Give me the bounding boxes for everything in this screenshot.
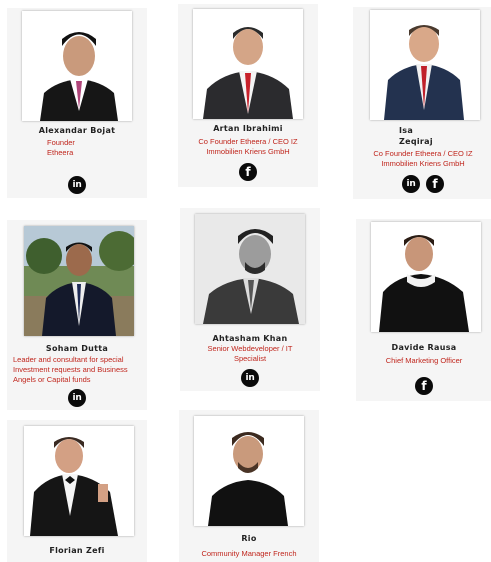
team-member-card: Soham Dutta Leader and consultant for sp…: [7, 220, 147, 410]
member-role: Senior Webdeveloper / IT Specialist: [207, 344, 293, 363]
member-role: Founder Etheera: [47, 138, 75, 157]
team-member-card: Florian Zefi: [7, 420, 147, 562]
linkedin-icon[interactable]: in: [402, 175, 420, 193]
social-links: in f: [353, 175, 491, 193]
member-name: Isa Zeqiraj: [399, 126, 433, 146]
member-role: Co Founder Etheera / CEO IZ Immobilien K…: [373, 149, 473, 168]
member-photo: [22, 11, 132, 121]
social-links: in: [7, 389, 147, 407]
linkedin-icon[interactable]: in: [68, 389, 86, 407]
member-name: Ahtasham Khan: [212, 334, 288, 343]
team-member-card: Rio Community Manager French: [179, 410, 319, 562]
member-photo: [371, 222, 481, 332]
member-name: Soham Dutta: [45, 344, 109, 353]
social-links: f: [356, 377, 491, 395]
facebook-icon[interactable]: f: [426, 175, 444, 193]
member-role: Chief Marketing Officer: [385, 356, 463, 365]
member-photo: [194, 416, 304, 526]
member-photo: [195, 214, 305, 324]
member-name: Davide Rausa: [391, 343, 457, 352]
member-photo: [193, 9, 303, 119]
social-links: f: [178, 163, 318, 181]
team-member-card: Isa Zeqiraj Co Founder Etheera / CEO IZ …: [353, 7, 491, 199]
member-name: Rio: [241, 534, 257, 543]
team-member-card: Alexandar Bojat Founder Etheera in: [7, 8, 147, 198]
facebook-icon[interactable]: f: [239, 163, 257, 181]
social-links: in: [7, 176, 147, 194]
member-photo: [24, 226, 134, 336]
team-member-card: Davide Rausa Chief Marketing Officer f: [356, 219, 491, 401]
member-name: Alexandar Bojat: [38, 126, 116, 135]
member-role: Community Manager French: [201, 549, 297, 558]
linkedin-icon[interactable]: in: [241, 369, 259, 387]
member-name: Artan Ibrahimi: [213, 124, 283, 133]
member-photo: [24, 426, 134, 536]
member-photo: [370, 10, 480, 120]
member-name: Florian Zefi: [49, 546, 105, 555]
facebook-icon[interactable]: f: [415, 377, 433, 395]
team-member-card: Artan Ibrahimi Co Founder Etheera / CEO …: [178, 4, 318, 187]
member-role: Leader and consultant for special Invest…: [13, 355, 128, 384]
linkedin-icon[interactable]: in: [68, 176, 86, 194]
member-role: Co Founder Etheera / CEO IZ Immobilien K…: [198, 137, 298, 156]
team-member-card: Ahtasham Khan Senior Webdeveloper / IT S…: [180, 208, 320, 391]
social-links: in: [180, 369, 320, 387]
